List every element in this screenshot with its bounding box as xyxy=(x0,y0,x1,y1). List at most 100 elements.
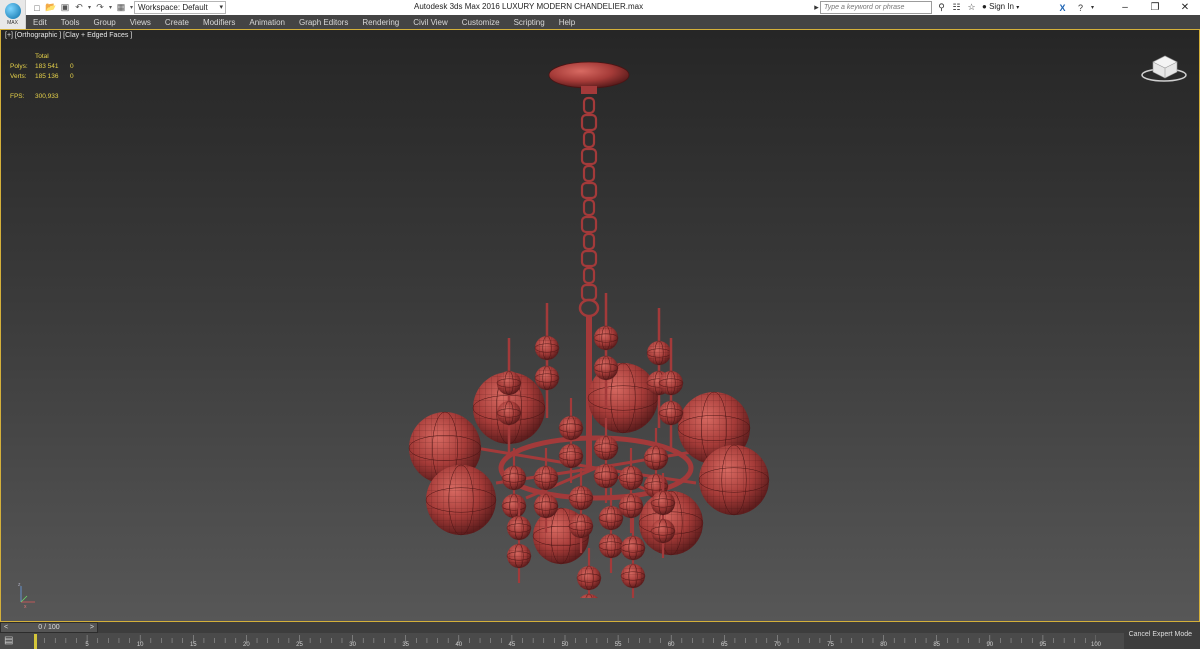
chain-link xyxy=(580,249,598,268)
bead-mesh xyxy=(594,464,618,488)
tick-label: 5 xyxy=(85,642,89,648)
application-button[interactable]: MAX xyxy=(0,0,26,29)
bead-mesh xyxy=(535,336,559,360)
tick-label: 35 xyxy=(402,642,410,648)
undo-icon[interactable]: ↶ xyxy=(72,1,86,14)
workspace-dropdown[interactable]: Workspace: Default ▾ xyxy=(134,1,226,14)
menu-bar: Edit Tools Group Views Create Modifiers Animat… xyxy=(26,15,1200,29)
chain-link xyxy=(582,266,596,285)
bead-mesh xyxy=(599,506,623,530)
viewport-label[interactable]: [+] [Orthographic ] [Clay + Edged Faces … xyxy=(5,32,132,39)
bead-mesh xyxy=(497,401,521,425)
max-logo-icon xyxy=(4,3,21,19)
menu-scripting[interactable]: Scripting xyxy=(507,18,552,27)
tick-label: 75 xyxy=(827,642,834,648)
bead-mesh xyxy=(619,466,643,490)
cancel-expert-mode-button[interactable]: Cancel Expert Mode xyxy=(1129,631,1192,638)
chain-link xyxy=(580,283,598,302)
open-file-icon[interactable]: 📂 xyxy=(44,1,58,14)
svg-text:z: z xyxy=(18,582,21,588)
bead-mesh xyxy=(659,401,683,425)
undo-dropdown-icon[interactable]: ▾ xyxy=(86,1,93,14)
help-dropdown-icon[interactable]: ▾ xyxy=(1086,1,1099,14)
menu-edit[interactable]: Edit xyxy=(26,18,54,27)
current-time-marker[interactable] xyxy=(34,634,37,649)
menu-group[interactable]: Group xyxy=(86,18,122,27)
fps-label: FPS: xyxy=(10,93,25,100)
close-button[interactable]: ✕ xyxy=(1170,0,1200,15)
project-folder-icon[interactable]: ▦ xyxy=(114,1,128,14)
save-file-icon[interactable]: ▣ xyxy=(58,1,72,14)
perspective-viewport[interactable]: [+] [Orthographic ] [Clay + Edged Faces … xyxy=(0,29,1200,622)
chain-link xyxy=(582,96,596,115)
menu-tools[interactable]: Tools xyxy=(54,18,87,27)
menu-graph-editors[interactable]: Graph Editors xyxy=(292,18,355,27)
polys-value: 183 541 xyxy=(35,63,59,70)
bead-mesh xyxy=(507,516,531,540)
bead-mesh xyxy=(619,494,643,518)
communication-center-icon[interactable]: ☷ xyxy=(950,1,963,14)
tick-label: 40 xyxy=(455,642,463,648)
tick-label: 50 xyxy=(561,642,569,648)
bead-mesh xyxy=(502,466,526,490)
polys-selected: 0 xyxy=(70,63,74,70)
exchange-apps-icon[interactable]: X xyxy=(1056,1,1069,14)
verts-label: Verts: xyxy=(10,73,27,80)
search-icon[interactable]: ⚲ xyxy=(935,1,948,14)
chain-link xyxy=(580,181,598,200)
maximize-button[interactable]: ❐ xyxy=(1140,0,1170,15)
canopy-stem xyxy=(581,86,597,94)
minimize-button[interactable]: – xyxy=(1110,0,1140,15)
chain-link xyxy=(580,147,598,166)
chain-link xyxy=(580,113,598,132)
frame-slider[interactable]: < 0 / 100 > xyxy=(0,622,98,633)
viewcube-icon[interactable] xyxy=(1139,48,1189,86)
workspace-label: Workspace: Default xyxy=(138,3,208,12)
tick-label: 20 xyxy=(243,642,250,648)
fps-value: 300,933 xyxy=(35,93,59,100)
bead-mesh xyxy=(580,594,598,598)
bead-mesh xyxy=(659,371,683,395)
globe-lower-left-mesh xyxy=(426,465,496,535)
next-frame-icon[interactable]: > xyxy=(90,624,94,631)
menu-modifiers[interactable]: Modifiers xyxy=(196,18,242,27)
menu-animation[interactable]: Animation xyxy=(242,18,292,27)
chain-link xyxy=(582,130,596,149)
tick-label: 55 xyxy=(614,642,622,648)
chevron-down-icon: ▾ xyxy=(1016,5,1020,11)
new-file-icon[interactable]: □ xyxy=(30,1,44,14)
tick-label: 45 xyxy=(508,642,516,648)
bead-mesh xyxy=(535,366,559,390)
title-bar: MAX □ 📂 ▣ ↶ ▾ ↷ ▾ ▦ ▾ Workspace: Default… xyxy=(0,0,1200,29)
tick-label: 25 xyxy=(296,642,303,648)
bead-mesh xyxy=(594,326,618,350)
open-mini-curve-editor-icon[interactable]: ▤ xyxy=(4,635,22,647)
menu-rendering[interactable]: Rendering xyxy=(355,18,406,27)
user-icon[interactable] xyxy=(969,1,982,14)
tick-label: 65 xyxy=(720,642,728,648)
chain-ring xyxy=(578,298,600,318)
chandelier-model[interactable] xyxy=(401,58,781,598)
tick-label: 15 xyxy=(189,642,197,648)
menu-civil-view[interactable]: Civil View xyxy=(406,18,455,27)
app-window: MAX □ 📂 ▣ ↶ ▾ ↷ ▾ ▦ ▾ Workspace: Default… xyxy=(0,0,1200,649)
search-input[interactable]: Type a keyword or phrase xyxy=(820,1,932,14)
chain-link xyxy=(580,215,598,234)
redo-dropdown-icon[interactable]: ▾ xyxy=(107,1,114,14)
menu-views[interactable]: Views xyxy=(123,18,158,27)
tick-label: 60 xyxy=(667,642,675,648)
polys-label: Polys: xyxy=(10,63,28,70)
sign-in-button[interactable]: ● Sign In ▾ xyxy=(982,2,1019,11)
bead-mesh xyxy=(502,494,526,518)
time-slider-area: < 0 / 100 > ▤ 5 10 15 20 25 30 35 40 45 50 55 60 65 7… xyxy=(0,622,1200,649)
menu-customize[interactable]: Customize xyxy=(455,18,507,27)
verts-value: 185 136 xyxy=(35,73,59,80)
bead-mesh xyxy=(497,371,521,395)
menu-create[interactable]: Create xyxy=(158,18,196,27)
bead-mesh xyxy=(651,519,675,543)
tick-label: 95 xyxy=(1039,642,1047,648)
bead-mesh xyxy=(594,436,618,460)
menu-help[interactable]: Help xyxy=(552,18,582,27)
bead-mesh xyxy=(569,486,593,510)
redo-icon[interactable]: ↷ xyxy=(93,1,107,14)
